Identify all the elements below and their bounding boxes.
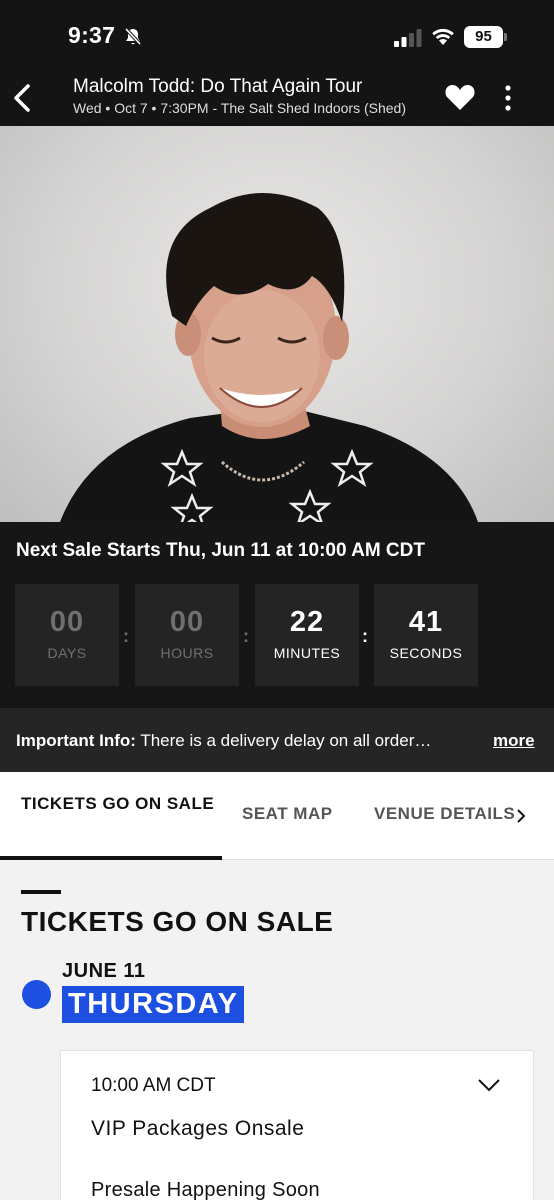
section-title: TICKETS GO ON SALE	[21, 906, 334, 937]
countdown-hours: 00 HOURS	[135, 584, 239, 686]
cellular-signal-icon	[394, 29, 422, 47]
heart-icon[interactable]	[444, 82, 476, 112]
sale-title: VIP Packages Onsale	[91, 1117, 305, 1140]
countdown-value: 22	[289, 606, 325, 638]
important-info-label: Important Info:	[16, 731, 136, 750]
countdown-unit: HOURS	[160, 645, 214, 661]
next-sale-text: Next Sale Starts Thu, Jun 11 at 10:00 AM…	[16, 540, 425, 561]
sale-time: 10:00 AM CDT	[91, 1075, 216, 1096]
sale-countdown-panel: Next Sale Starts Thu, Jun 11 at 10:00 AM…	[0, 522, 554, 708]
sale-card[interactable]: 10:00 AM CDT VIP Packages Onsale Presale…	[60, 1050, 534, 1200]
countdown-separator: :	[243, 626, 249, 646]
more-link[interactable]: more	[493, 731, 535, 751]
event-title: Malcolm Todd: Do That Again Tour	[73, 76, 363, 97]
battery-level: 95	[464, 26, 503, 48]
status-bar: 9:37 95	[0, 0, 554, 70]
tab-venue-details[interactable]: VENUE DETAILS	[374, 804, 514, 892]
wifi-icon	[432, 28, 454, 45]
important-info-bar: Important Info: There is a delivery dela…	[0, 708, 554, 772]
artist-illustration	[60, 193, 478, 522]
countdown-value: 41	[408, 606, 444, 638]
countdown-separator: :	[362, 626, 368, 646]
countdown-unit: SECONDS	[389, 645, 463, 661]
countdown-seconds: 41 SECONDS	[374, 584, 478, 686]
sale-day: THURSDAY	[62, 986, 245, 1023]
battery-icon: 95	[464, 26, 508, 48]
important-info-message: There is a delivery delay on all order…	[135, 731, 432, 750]
tab-bar: TICKETS GO ON SALE SEAT MAP VENUE DETAIL…	[0, 772, 554, 860]
artist-photo	[0, 126, 554, 522]
countdown-minutes: 22 MINUTES	[255, 584, 359, 686]
chevron-left-icon[interactable]	[8, 80, 38, 116]
sale-date: JUNE 11	[62, 960, 146, 982]
tab-tickets-go-on-sale[interactable]: TICKETS GO ON SALE	[0, 772, 222, 860]
timeline-dot	[22, 980, 51, 1009]
more-vertical-icon[interactable]	[498, 82, 518, 114]
presale-status: Presale Happening Soon	[91, 1179, 320, 1200]
event-subtitle: Wed • Oct 7 • 7:30PM - The Salt Shed Ind…	[73, 100, 407, 116]
countdown-days: 00 DAYS	[15, 584, 119, 686]
tab-seat-map[interactable]: SEAT MAP	[242, 804, 333, 892]
countdown-unit: MINUTES	[273, 645, 341, 661]
chevron-down-icon[interactable]	[477, 1077, 501, 1093]
countdown-unit: DAYS	[47, 645, 87, 661]
status-time: 9:37	[68, 22, 116, 48]
event-header: Malcolm Todd: Do That Again Tour Wed • O…	[0, 70, 554, 126]
countdown-separator: :	[123, 626, 129, 646]
important-info-text: Important Info: There is a delivery dela…	[16, 731, 486, 751]
section-rule	[21, 890, 61, 894]
chevron-right-icon[interactable]	[514, 806, 528, 826]
countdown-value: 00	[49, 606, 85, 638]
bell-slash-icon	[124, 27, 142, 46]
countdown-value: 00	[169, 606, 205, 638]
